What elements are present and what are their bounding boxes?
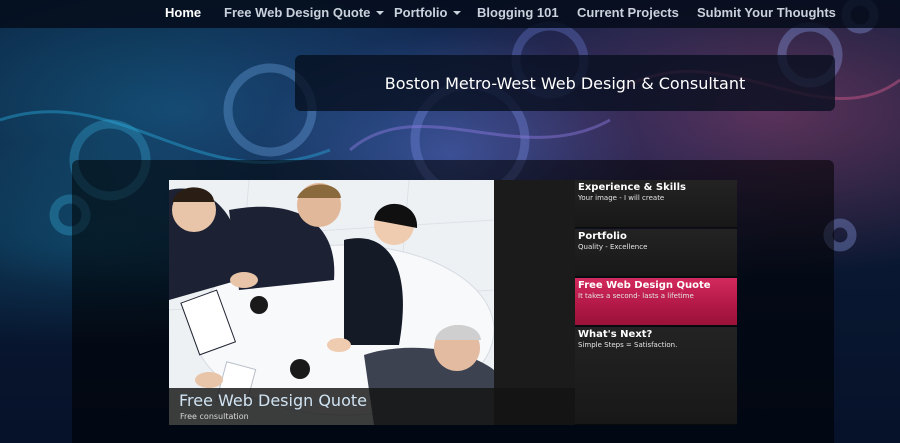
slide-caption: Free Web Design Quote Free consultation	[169, 388, 575, 425]
slider-tabs: Experience & Skills Your image - I will …	[575, 180, 737, 425]
site-title: Boston Metro-West Web Design & Consultan…	[384, 73, 746, 93]
tab-whats-next[interactable]: What's Next? Simple Steps = Satisfaction…	[575, 327, 737, 425]
nav-free-web-design-quote-label: Free Web Design Quote	[224, 5, 371, 20]
slide-caption-title: Free Web Design Quote	[179, 391, 367, 410]
chevron-down-icon	[376, 10, 385, 15]
tab-free-web-design-quote[interactable]: Free Web Design Quote It takes a second-…	[575, 278, 737, 326]
tab-subtitle: Quality - Excellence	[578, 243, 648, 251]
tab-title: Free Web Design Quote	[578, 280, 711, 291]
nav-portfolio-label: Portfolio	[394, 5, 448, 20]
nav-portfolio[interactable]: Portfolio	[394, 5, 462, 20]
nav-current-projects[interactable]: Current Projects	[577, 5, 679, 20]
slide-caption-subtitle: Free consultation	[180, 412, 249, 421]
chevron-down-icon	[453, 10, 462, 15]
nav-free-web-design-quote[interactable]: Free Web Design Quote	[224, 5, 385, 20]
tab-subtitle: It takes a second- lasts a lifetime	[578, 292, 694, 300]
tab-experience-skills[interactable]: Experience & Skills Your image - I will …	[575, 180, 737, 228]
top-navigation: Home Free Web Design Quote Portfolio Blo…	[0, 0, 900, 28]
tab-title: Experience & Skills	[578, 182, 686, 193]
tab-subtitle: Your image - I will create	[578, 194, 665, 202]
tab-title: Portfolio	[578, 231, 627, 242]
featured-slider[interactable]: Free Web Design Quote Free consultation	[169, 180, 575, 425]
page: Home Free Web Design Quote Portfolio Blo…	[0, 0, 900, 443]
nav-blogging-101[interactable]: Blogging 101	[477, 5, 559, 20]
site-banner: Boston Metro-West Web Design & Consultan…	[295, 55, 835, 111]
tab-subtitle: Simple Steps = Satisfaction.	[578, 341, 678, 349]
tab-title: What's Next?	[578, 329, 653, 340]
nav-home[interactable]: Home	[165, 5, 201, 20]
nav-submit-your-thoughts[interactable]: Submit Your Thoughts	[697, 5, 836, 20]
tab-portfolio[interactable]: Portfolio Quality - Excellence	[575, 229, 737, 277]
